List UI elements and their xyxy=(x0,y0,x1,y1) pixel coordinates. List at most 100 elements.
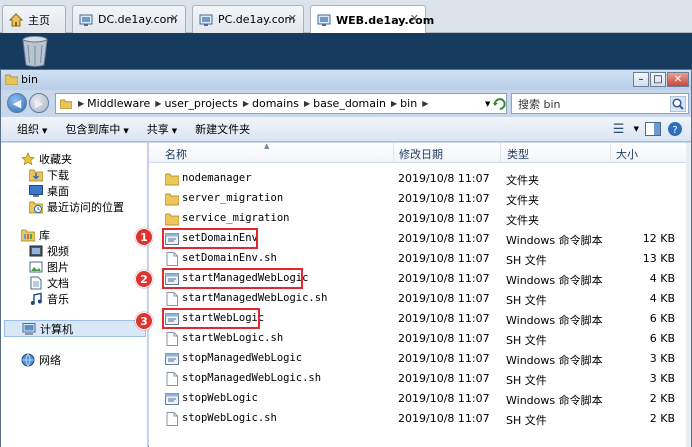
chevron-right-icon[interactable]: ▶ xyxy=(155,99,161,108)
table-row[interactable]: stopWebLogic 2019/10/8 11:07 Windows 命令脚… xyxy=(149,389,679,409)
nav-recent-places[interactable]: 最近访问的位置 xyxy=(29,199,124,215)
svg-text:?: ? xyxy=(672,125,677,136)
close-icon[interactable]: ✕ xyxy=(288,12,297,25)
file-date: 2019/10/8 11:07 xyxy=(398,352,490,365)
include-in-library-button[interactable]: 包含到库中 ▼ xyxy=(65,121,128,137)
close-icon[interactable]: ✕ xyxy=(170,12,179,25)
include-in-library-label: 包含到库中 xyxy=(65,123,121,136)
file-type: SH 文件 xyxy=(506,334,547,347)
table-row[interactable]: nodemanager 2019/10/8 11:07 文件夹 xyxy=(149,169,679,189)
chevron-right-icon[interactable]: ▶ xyxy=(243,99,249,108)
new-folder-button[interactable]: 新建文件夹 xyxy=(195,121,250,137)
file-size: 3 KB xyxy=(649,352,675,365)
search-icon[interactable] xyxy=(670,96,686,112)
file-type: 文件夹 xyxy=(506,214,539,227)
file-date: 2019/10/8 11:07 xyxy=(398,172,490,185)
nav-videos[interactable]: 视频 xyxy=(29,243,69,259)
nav-documents[interactable]: 文档 xyxy=(29,275,69,291)
file-name: stopWebLogic xyxy=(182,392,258,404)
window-titlebar[interactable]: bin – □ ✕ xyxy=(1,70,691,90)
table-row[interactable]: server_migration 2019/10/8 11:07 文件夹 xyxy=(149,189,679,209)
breadcrumb-middleware[interactable]: Middleware xyxy=(87,97,150,110)
document-icon xyxy=(30,276,42,290)
breadcrumb-base-domain[interactable]: base_domain xyxy=(313,97,386,110)
file-type: 文件夹 xyxy=(506,194,539,207)
table-row[interactable]: startManagedWebLogic.sh 2019/10/8 11:07 … xyxy=(149,289,679,309)
tab-web[interactable]: WEB.de1ay.com ✕ xyxy=(310,5,434,34)
close-button[interactable]: ✕ xyxy=(667,72,689,87)
file-type: Windows 命令脚本 xyxy=(506,234,603,247)
chevron-right-icon[interactable]: ▶ xyxy=(391,99,397,108)
breadcrumb-domains[interactable]: domains xyxy=(252,97,299,110)
table-row[interactable]: startWebLogic.sh 2019/10/8 11:07 SH 文件 6… xyxy=(149,329,679,349)
chevron-down-icon[interactable]: ▼ xyxy=(485,100,490,108)
column-modified[interactable]: 修改日期 xyxy=(399,146,443,162)
computer-icon xyxy=(22,322,36,335)
file-size: 12 KB xyxy=(642,232,675,245)
vm-icon xyxy=(199,14,213,26)
nav-music[interactable]: 音乐 xyxy=(29,291,69,307)
nav-downloads[interactable]: 下载 xyxy=(29,167,69,183)
table-row[interactable]: stopManagedWebLogic.sh 2019/10/8 11:07 S… xyxy=(149,369,679,389)
column-divider[interactable] xyxy=(500,143,501,163)
column-size[interactable]: 大小 xyxy=(616,146,638,162)
help-icon[interactable]: ? xyxy=(667,121,683,137)
table-row[interactable]: service_migration 2019/10/8 11:07 文件夹 xyxy=(149,209,679,229)
file-size: 13 KB xyxy=(642,252,675,265)
search-input[interactable]: 搜索 bin xyxy=(511,93,689,114)
file-type: SH 文件 xyxy=(506,374,547,387)
file-size: 3 KB xyxy=(649,372,675,385)
column-divider[interactable] xyxy=(610,143,611,163)
column-name[interactable]: 名称 xyxy=(165,146,187,162)
address-bar[interactable]: ▶ Middleware ▶ user_projects ▶ domains ▶… xyxy=(55,93,507,114)
nav-computer[interactable]: 计算机 xyxy=(4,320,146,337)
breadcrumb-user-projects[interactable]: user_projects xyxy=(164,97,237,110)
tab-home[interactable]: 主页 xyxy=(2,5,66,33)
forward-button[interactable]: ▶ xyxy=(29,93,49,113)
nav-desktop[interactable]: 桌面 xyxy=(29,183,69,199)
organize-button[interactable]: 组织 ▼ xyxy=(17,121,47,137)
nav-computer-label: 计算机 xyxy=(40,322,73,336)
share-button[interactable]: 共享 ▼ xyxy=(147,121,177,137)
file-date: 2019/10/8 11:07 xyxy=(398,392,490,405)
maximize-button[interactable]: □ xyxy=(650,72,666,87)
file-size: 2 KB xyxy=(649,412,675,425)
file-date: 2019/10/8 11:07 xyxy=(398,192,490,205)
tab-dc[interactable]: DC.de1ay.com ✕ xyxy=(72,5,186,33)
view-options-icon[interactable]: ☰ xyxy=(610,120,628,138)
table-row[interactable]: setDomainEnv.sh 2019/10/8 11:07 SH 文件 13… xyxy=(149,249,679,269)
back-button[interactable]: ◀ xyxy=(7,93,27,113)
file-size: 4 KB xyxy=(649,272,675,285)
preview-pane-icon[interactable] xyxy=(645,122,661,136)
nav-downloads-label: 下载 xyxy=(47,169,69,182)
chevron-right-icon[interactable]: ▶ xyxy=(422,99,428,108)
navigation-pane: 收藏夹 下载 桌面 最近访问的位置 库 视频 图片 文档 音乐 计算机 网络 xyxy=(1,143,148,447)
file-icon xyxy=(166,372,178,386)
file-icon xyxy=(166,252,178,266)
nav-network[interactable]: 网络 xyxy=(21,352,61,368)
column-type[interactable]: 类型 xyxy=(507,146,529,162)
file-type: Windows 命令脚本 xyxy=(506,354,603,367)
nav-videos-label: 视频 xyxy=(47,245,69,258)
desktop-icon xyxy=(29,185,43,197)
nav-libraries[interactable]: 库 xyxy=(21,227,50,243)
close-icon[interactable]: ✕ xyxy=(410,12,419,25)
nav-pictures[interactable]: 图片 xyxy=(29,259,69,275)
tab-label: PC.de1ay.com xyxy=(218,13,296,26)
column-divider[interactable] xyxy=(393,143,394,163)
recycle-bin-icon[interactable] xyxy=(20,35,50,68)
chevron-right-icon[interactable]: ▶ xyxy=(304,99,310,108)
tab-pc[interactable]: PC.de1ay.com ✕ xyxy=(192,5,304,33)
refresh-icon[interactable] xyxy=(493,97,507,111)
minimize-button[interactable]: – xyxy=(633,72,649,87)
breadcrumb-bin[interactable]: bin xyxy=(400,97,417,110)
vertical-scrollbar[interactable] xyxy=(686,143,691,447)
table-row[interactable]: stopManagedWebLogic 2019/10/8 11:07 Wind… xyxy=(149,349,679,369)
home-icon xyxy=(9,12,23,26)
nav-favorites[interactable]: 收藏夹 xyxy=(21,151,72,167)
chevron-down-icon[interactable]: ▼ xyxy=(634,125,639,133)
folder-icon xyxy=(5,74,18,85)
file-icon xyxy=(166,412,178,426)
chevron-right-icon[interactable]: ▶ xyxy=(78,99,84,108)
table-row[interactable]: stopWebLogic.sh 2019/10/8 11:07 SH 文件 2 … xyxy=(149,409,679,429)
